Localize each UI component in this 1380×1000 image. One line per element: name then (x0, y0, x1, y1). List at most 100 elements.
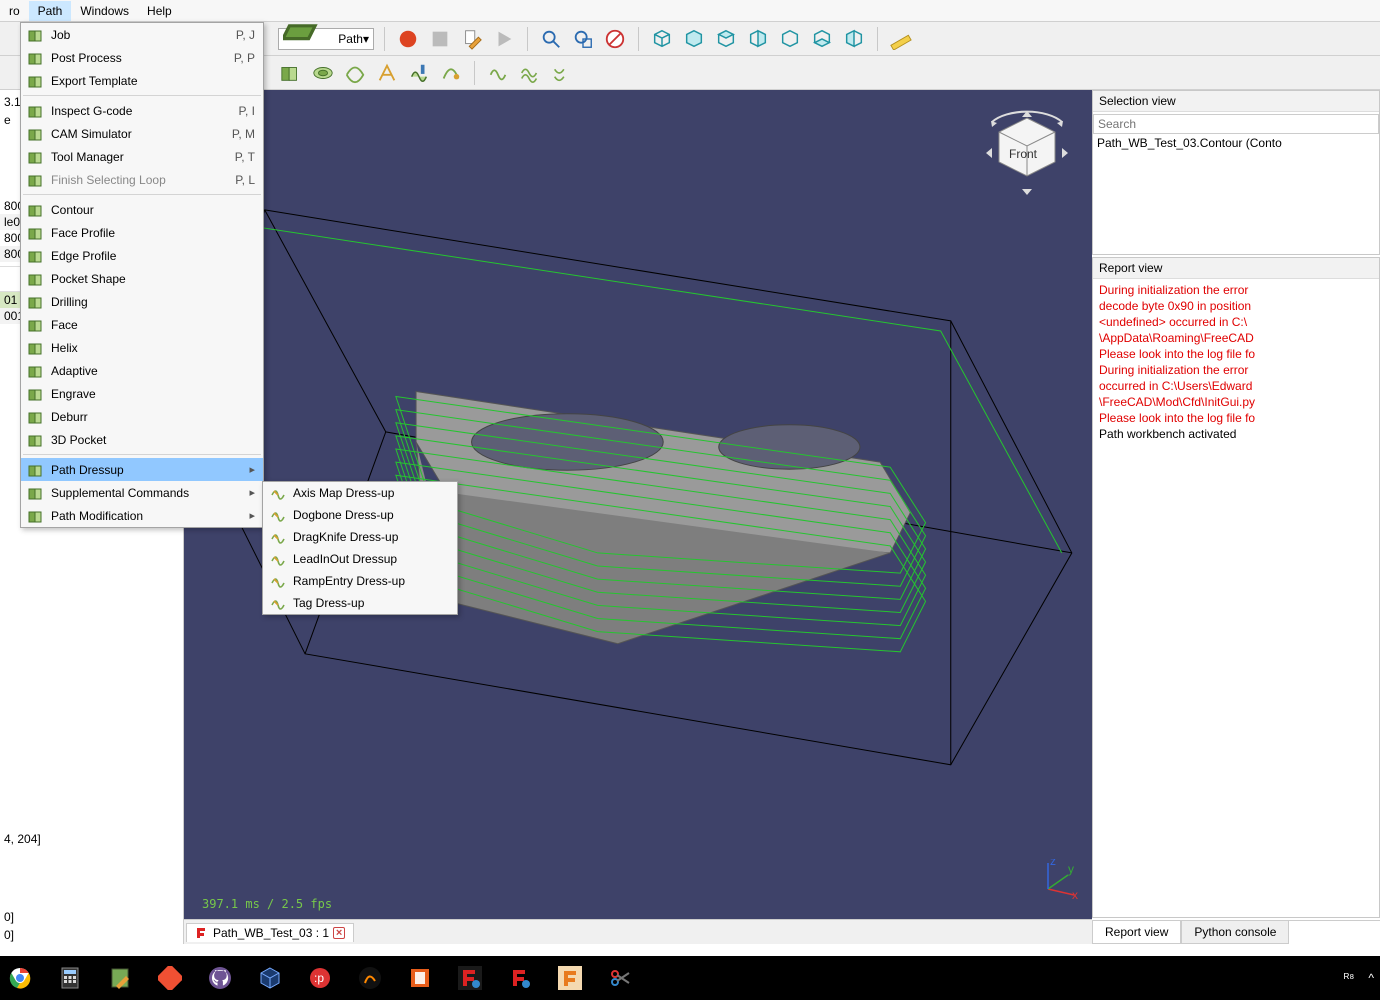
draw-style-icon[interactable] (602, 26, 628, 52)
zoom-selection-icon[interactable] (570, 26, 596, 52)
view-left-icon[interactable] (841, 26, 867, 52)
submenu-item-rampentry-dress-up[interactable]: RampEntry Dress-up (263, 570, 457, 592)
submenu-item-dragknife-dress-up[interactable]: DragKnife Dress-up (263, 526, 457, 548)
menu-item-path-dressup[interactable]: Path Dressup▸ (21, 458, 263, 481)
system-tray[interactable]: ᴿ⁸ ^ (1344, 971, 1374, 985)
selection-search-input[interactable] (1093, 114, 1379, 134)
path-pocket-icon[interactable] (310, 60, 336, 86)
workbench-selector-label: Path (338, 32, 363, 46)
menubar: ro Path Windows Help (0, 0, 1380, 22)
path-engrave-icon[interactable] (374, 60, 400, 86)
submenu-item-tag-dress-up[interactable]: Tag Dress-up (263, 592, 457, 614)
menu-item-accel: P, I (239, 104, 255, 118)
tab-python-console[interactable]: Python console (1181, 921, 1289, 944)
menu-item-supplemental-commands[interactable]: Supplemental Commands▸ (21, 481, 263, 504)
menu-item-edge-profile[interactable]: Edge Profile (21, 244, 263, 267)
svg-text:y: y (1068, 862, 1074, 876)
menubar-item-windows[interactable]: Windows (71, 1, 138, 21)
freecad-alt-icon[interactable] (506, 964, 534, 992)
fusion-icon[interactable] (556, 964, 584, 992)
path-drilling-icon[interactable] (342, 60, 368, 86)
menu-item-accel: P, M (232, 127, 255, 141)
submenu-item-axis-map-dress-up[interactable]: Axis Map Dress-up (263, 482, 457, 504)
path-dressup-submenu[interactable]: Axis Map Dress-upDogbone Dress-upDragKni… (262, 481, 458, 615)
menu-item-export-template[interactable]: Export Template (21, 69, 263, 92)
menu-icon (25, 363, 47, 379)
menu-item-face[interactable]: Face (21, 313, 263, 336)
document-tab[interactable]: Path_WB_Test_03 : 1 × (186, 923, 354, 942)
menu-icon (25, 103, 47, 119)
menu-item-contour[interactable]: Contour (21, 198, 263, 221)
menu-icon (25, 271, 47, 287)
menu-icon (25, 126, 47, 142)
selection-item[interactable]: Path_WB_Test_03.Contour (Conto (1097, 136, 1375, 150)
zoom-fit-icon[interactable] (538, 26, 564, 52)
navigation-cube[interactable]: Front (982, 108, 1072, 198)
svg-text:Front: Front (1009, 147, 1038, 161)
menu-item-label: Deburr (47, 410, 255, 424)
menu-item-cam-simulator[interactable]: CAM SimulatorP, M (21, 122, 263, 145)
menu-item-helix[interactable]: Helix (21, 336, 263, 359)
view-top-icon[interactable] (713, 26, 739, 52)
snip-icon[interactable] (606, 964, 634, 992)
workbench-selector[interactable]: Path ▾ (278, 28, 374, 50)
freecad-icon[interactable] (456, 964, 484, 992)
menu-icon (267, 529, 289, 545)
path-deburr-icon[interactable] (438, 60, 464, 86)
menu-item-post-process[interactable]: Post ProcessP, P (21, 46, 263, 69)
report-body[interactable]: During initialization the errordecode by… (1093, 279, 1379, 917)
menu-item-path-modification[interactable]: Path Modification▸ (21, 504, 263, 527)
path-dressup-icon[interactable] (485, 60, 511, 86)
path-3d-icon[interactable] (406, 60, 432, 86)
selection-view-title: Selection view (1093, 91, 1379, 112)
slicer-icon[interactable] (356, 964, 384, 992)
path-profile-icon[interactable] (278, 60, 304, 86)
tab-report-view[interactable]: Report view (1092, 921, 1181, 944)
menu-item-deburr[interactable]: Deburr (21, 405, 263, 428)
path-array-icon[interactable] (549, 60, 575, 86)
menu-item-face-profile[interactable]: Face Profile (21, 221, 263, 244)
menu-item-drilling[interactable]: Drilling (21, 290, 263, 313)
view-iso-icon[interactable] (649, 26, 675, 52)
menu-item-inspect-g-code[interactable]: Inspect G-codeP, I (21, 99, 263, 122)
path-menu[interactable]: JobP, JPost ProcessP, PExport Template In… (20, 22, 264, 528)
menubar-item-path[interactable]: Path (29, 1, 72, 21)
selection-list[interactable]: Path_WB_Test_03.Contour (Conto (1093, 134, 1379, 254)
chrome-icon[interactable] (6, 964, 34, 992)
view-bottom-icon[interactable] (809, 26, 835, 52)
menu-item-engrave[interactable]: Engrave (21, 382, 263, 405)
menu-item-label: Job (47, 28, 236, 42)
menu-item-3d-pocket[interactable]: 3D Pocket (21, 428, 263, 451)
menubar-item-macro[interactable]: ro (0, 1, 29, 21)
view-right-icon[interactable] (745, 26, 771, 52)
menu-item-label: Finish Selecting Loop (47, 173, 235, 187)
menu-item-tool-manager[interactable]: Tool ManagerP, T (21, 145, 263, 168)
menu-item-adaptive[interactable]: Adaptive (21, 359, 263, 382)
view-front-icon[interactable] (681, 26, 707, 52)
menu-item-accel: P, L (235, 173, 255, 187)
prop-value: 0] (4, 926, 179, 944)
edit-macro-icon[interactable] (459, 26, 485, 52)
measure-icon[interactable] (888, 26, 914, 52)
close-tab-icon[interactable]: × (333, 927, 345, 939)
notepad-icon[interactable] (106, 964, 134, 992)
tray-chevron-icon[interactable]: ^ (1368, 971, 1374, 985)
app-icon[interactable]: :p (306, 964, 334, 992)
user-icon[interactable]: ᴿ⁸ (1344, 971, 1354, 985)
github-icon[interactable] (206, 964, 234, 992)
git-icon[interactable] (156, 964, 184, 992)
submenu-item-leadinout-dressup[interactable]: LeadInOut Dressup (263, 548, 457, 570)
submenu-item-dogbone-dress-up[interactable]: Dogbone Dress-up (263, 504, 457, 526)
path-copy-icon[interactable] (517, 60, 543, 86)
menu-item-pocket-shape[interactable]: Pocket Shape (21, 267, 263, 290)
svg-text::p: :p (314, 971, 324, 985)
record-macro-icon[interactable] (395, 26, 421, 52)
menubar-item-help[interactable]: Help (138, 1, 181, 21)
app2-icon[interactable] (406, 964, 434, 992)
view-rear-icon[interactable] (777, 26, 803, 52)
report-view-panel: Report view During initialization the er… (1092, 257, 1380, 918)
menu-item-job[interactable]: JobP, J (21, 23, 263, 46)
menu-item-label: Supplemental Commands (47, 486, 249, 500)
virtualbox-icon[interactable] (256, 964, 284, 992)
calculator-icon[interactable] (56, 964, 84, 992)
